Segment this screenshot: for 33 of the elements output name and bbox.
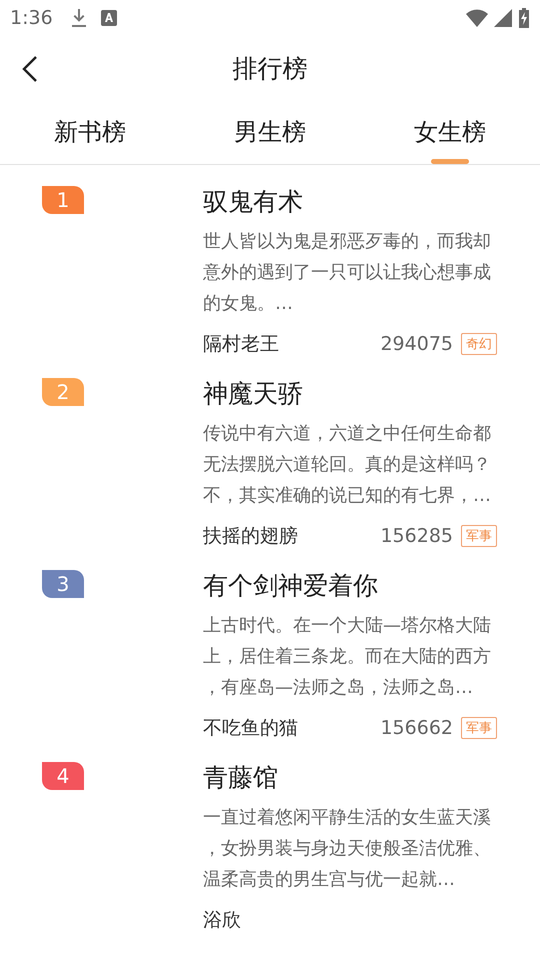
download-icon bbox=[70, 8, 87, 28]
tab-indicator bbox=[431, 159, 469, 164]
tab[interactable]: 女生榜 bbox=[360, 100, 540, 164]
book-title[interactable]: 青藤馆 bbox=[203, 762, 497, 794]
author-name: 隔村老王 bbox=[203, 332, 280, 357]
read-count: 156285 bbox=[380, 525, 453, 547]
genre-tag: 奇幻 bbox=[461, 333, 497, 355]
book-description: 上古时代。在一个大陆—塔尔格大陆上，居住着三条龙。而在大陆的西方，有座岛—法师之岛，法师之岛… bbox=[203, 614, 492, 699]
genre-tag: 军事 bbox=[461, 717, 497, 739]
text-icon bbox=[100, 10, 117, 26]
genre-tag: 军事 bbox=[461, 525, 497, 547]
rank-badge: 1 bbox=[42, 186, 84, 214]
tab[interactable]: 男生榜 bbox=[180, 100, 360, 164]
book-title[interactable]: 驭鬼有术 bbox=[203, 186, 497, 218]
battery-charging-icon bbox=[518, 8, 530, 28]
signal-icon bbox=[494, 9, 512, 27]
status-time: 1:36 bbox=[10, 7, 53, 29]
book-title[interactable]: 神魔天骄 bbox=[203, 378, 497, 410]
book-description: 传说中有六道，六道之中任何生命都无法摆脱六道轮回。真的是这样吗？不，其实准确的说已知的有七界，… bbox=[203, 422, 492, 507]
book-description: 世人皆以为鬼是邪恶歹毒的，而我却意外的遇到了一只可以让我心想事成的女鬼。… bbox=[203, 230, 492, 315]
book-description: 一直过着悠闲平静生活的女生蓝天溪，女扮男装与身边天使般圣洁优雅、温柔高贵的男生宫与优一起就… bbox=[203, 806, 492, 891]
read-count: 294075 bbox=[380, 333, 453, 355]
tab[interactable]: 新书榜 bbox=[0, 100, 180, 164]
author-name: 浴欣 bbox=[203, 908, 242, 933]
read-count: 156662 bbox=[380, 717, 453, 739]
rank-badge: 2 bbox=[42, 378, 84, 406]
rank-badge: 4 bbox=[42, 762, 84, 790]
wifi-icon bbox=[466, 9, 488, 27]
author-name: 不吃鱼的猫 bbox=[203, 716, 299, 741]
rank-badge: 3 bbox=[42, 570, 84, 598]
page-title: 排行榜 bbox=[232, 52, 308, 84]
book-title[interactable]: 有个剑神爱着你 bbox=[203, 570, 497, 602]
author-name: 扶摇的翅膀 bbox=[203, 524, 299, 549]
